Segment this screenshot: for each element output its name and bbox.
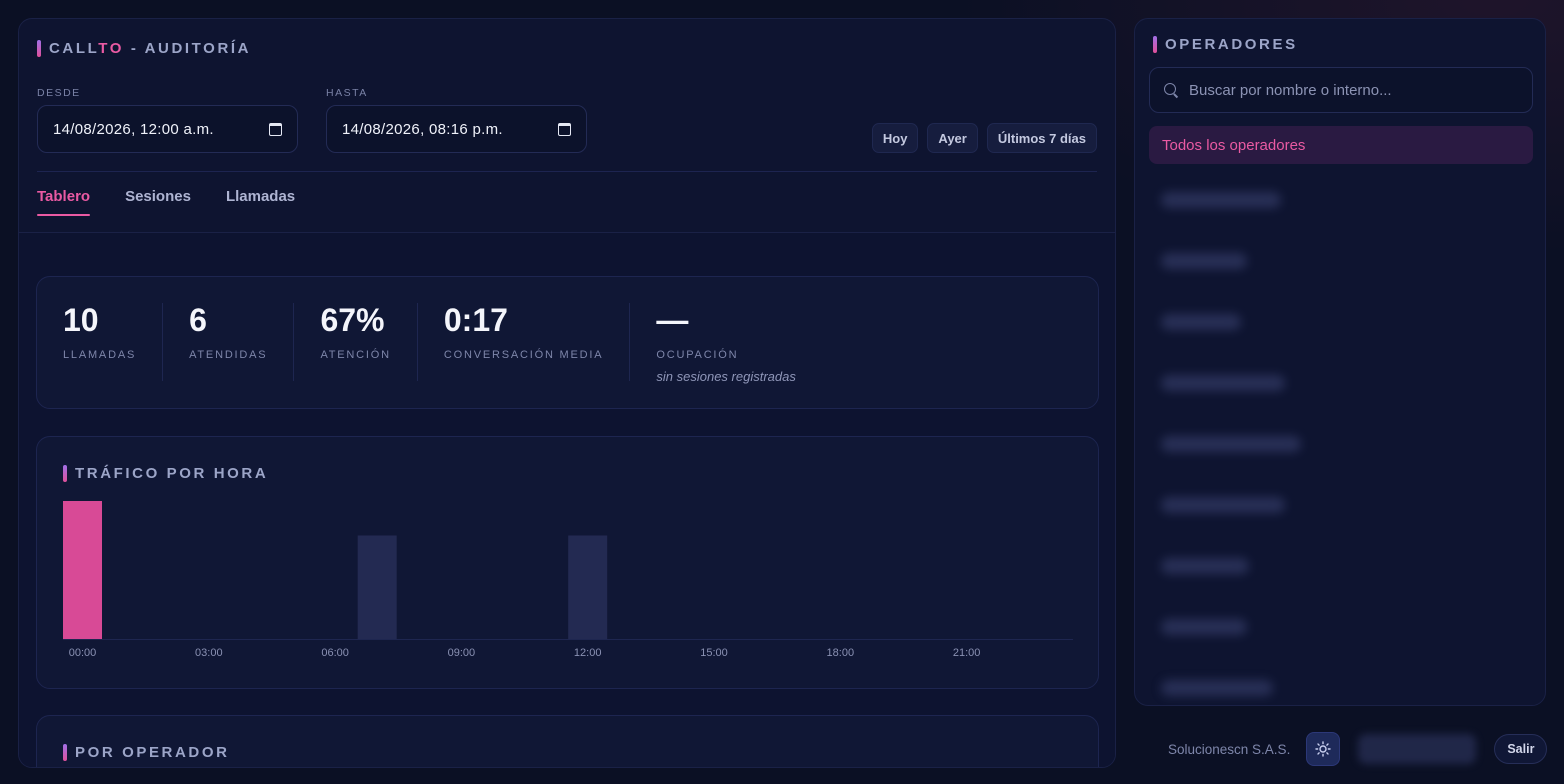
tab-sesiones[interactable]: Sesiones — [125, 188, 191, 216]
today-button[interactable]: Hoy — [871, 123, 919, 153]
from-label: DESDE — [37, 87, 81, 99]
from-date-input[interactable]: 14/08/2026, 12:00 a.m. — [37, 105, 298, 153]
by-operator-title-text: POR OPERADOR — [75, 744, 230, 761]
operator-search-input[interactable] — [1189, 81, 1509, 99]
sun-icon — [1315, 741, 1332, 757]
operator-item[interactable] — [1149, 413, 1533, 474]
redacted-operator-name — [1161, 557, 1249, 574]
title-accent-bar — [63, 744, 67, 761]
stat-calls: 10 LLAMADAS — [63, 302, 164, 381]
app-title-accent: TO — [98, 39, 125, 57]
stat-occupancy: — OCUPACIÓN sin sesiones registradas — [656, 302, 821, 384]
sidebar-title: OPERADORES — [1153, 35, 1298, 53]
traffic-title: TRÁFICO POR HORA — [63, 465, 268, 482]
to-date-input[interactable]: 14/08/2026, 08:16 p.m. — [326, 105, 587, 153]
from-date-value: 14/08/2026, 12:00 a.m. — [53, 120, 214, 138]
by-operator-title: POR OPERADOR — [63, 744, 230, 761]
redacted-operator-name — [1161, 496, 1285, 513]
traffic-title-text: TRÁFICO POR HORA — [75, 465, 269, 482]
title-accent-bar — [1153, 35, 1157, 53]
to-field: HASTA 14/08/2026, 08:16 p.m. — [326, 87, 587, 153]
chart-tick-label: 06:00 — [321, 647, 349, 659]
tab-tablero[interactable]: Tablero — [37, 188, 91, 216]
operator-item[interactable] — [1149, 169, 1533, 230]
traffic-bar-chart — [63, 501, 1073, 640]
logout-button[interactable]: Salir — [1494, 734, 1548, 764]
stat-note: sin sesiones registradas — [656, 369, 796, 384]
chart-tick-label: 00:00 — [68, 647, 97, 659]
operator-item[interactable] — [1149, 230, 1533, 291]
last-7-days-button[interactable]: Últimos 7 días — [986, 123, 1097, 153]
main-panel: CALLTO - AUDITORÍA DESDE 14/08/2026, 12:… — [18, 18, 1116, 768]
app-title-suffix: - AUDITORÍA — [124, 39, 252, 57]
app-title-prefix: CALL — [49, 39, 99, 57]
operator-list — [1149, 169, 1533, 705]
operator-search[interactable] — [1149, 67, 1533, 113]
operator-item[interactable] — [1149, 474, 1533, 535]
stat-attention: 67% ATENCIÓN — [320, 302, 418, 381]
by-operator-card: POR OPERADOR — [36, 715, 1099, 767]
stat-label: CONVERSACIÓN MEDIA — [443, 349, 604, 361]
all-operators-item[interactable]: Todos los operadores — [1149, 126, 1533, 164]
stat-value: 67% — [320, 302, 385, 338]
quick-range-buttons: Hoy Ayer Últimos 7 días — [871, 123, 1097, 153]
kpi-card: 10 LLAMADAS 6 ATENDIDAS 67% ATENCIÓN 0:1… — [36, 276, 1099, 409]
operator-item[interactable] — [1149, 535, 1533, 596]
chart-tick-label: 21:00 — [952, 647, 981, 659]
title-accent-bar — [63, 465, 67, 482]
stat-label: ATENDIDAS — [189, 349, 268, 361]
redacted-operator-name — [1161, 313, 1241, 330]
yesterday-button[interactable]: Ayer — [927, 123, 978, 153]
operator-item[interactable] — [1149, 291, 1533, 352]
chart-tick-label: 09:00 — [447, 647, 476, 659]
chart-bar[interactable] — [568, 535, 608, 640]
to-label: HASTA — [326, 87, 368, 99]
operator-item[interactable] — [1149, 352, 1533, 413]
from-field: DESDE 14/08/2026, 12:00 a.m. — [37, 87, 298, 153]
chart-tick-label: 12:00 — [573, 647, 602, 659]
operator-item[interactable] — [1149, 596, 1533, 657]
app-title: CALLTO - AUDITORÍA — [37, 39, 1097, 57]
stat-label: ATENCIÓN — [320, 349, 391, 361]
traffic-chart-card: TRÁFICO POR HORA 00:00 03:00 06:00 09:00 12:… — [36, 436, 1099, 689]
theme-toggle-button[interactable] — [1306, 732, 1341, 766]
stat-value: 0:17 — [443, 302, 508, 338]
chart-bar[interactable] — [357, 535, 397, 640]
calendar-icon[interactable] — [269, 122, 282, 136]
company-name: Solucionescn S.A.S. — [1168, 741, 1291, 757]
chart-tick-label: 03:00 — [195, 647, 223, 659]
redacted-operator-name — [1161, 252, 1247, 269]
tab-llamadas[interactable]: Llamadas — [226, 188, 295, 216]
redacted-operator-name — [1161, 435, 1301, 452]
sidebar-title-text: OPERADORES — [1165, 35, 1298, 53]
redacted-user-name — [1358, 734, 1477, 764]
search-icon — [1164, 83, 1178, 97]
chart-tick-label: 18:00 — [826, 647, 855, 659]
stat-avg-conversation: 0:17 CONVERSACIÓN MEDIA — [444, 303, 631, 381]
calendar-icon[interactable] — [558, 122, 571, 136]
to-date-value: 14/08/2026, 08:16 p.m. — [342, 120, 503, 138]
stat-answered: 6 ATENDIDAS — [189, 302, 295, 381]
redacted-operator-name — [1161, 679, 1273, 696]
stat-value: — — [656, 302, 689, 338]
redacted-operator-name — [1161, 374, 1285, 391]
title-accent-bar — [37, 39, 41, 57]
date-filters: DESDE 14/08/2026, 12:00 a.m. HASTA 14/08… — [37, 87, 1097, 153]
redacted-operator-name — [1161, 191, 1281, 208]
panel-header: CALLTO - AUDITORÍA DESDE 14/08/2026, 12:… — [19, 19, 1115, 216]
stat-label: OCUPACIÓN — [656, 349, 739, 361]
operators-sidebar: OPERADORES Todos los operadores — [1134, 18, 1546, 706]
redacted-operator-name — [1161, 618, 1247, 635]
operator-item[interactable] — [1149, 657, 1533, 705]
chart-tick-label: 15:00 — [700, 647, 728, 659]
dashboard-content: 10 LLAMADAS 6 ATENDIDAS 67% ATENCIÓN 0:1… — [19, 233, 1115, 767]
tab-bar: Tablero Sesiones Llamadas — [37, 172, 1097, 216]
sidebar-footer: Solucionescn S.A.S. Salir — [1168, 732, 1548, 766]
chart-bar[interactable] — [63, 501, 102, 639]
stat-value: 10 — [63, 302, 99, 338]
stat-label: LLAMADAS — [63, 349, 137, 361]
stat-value: 6 — [189, 302, 207, 338]
